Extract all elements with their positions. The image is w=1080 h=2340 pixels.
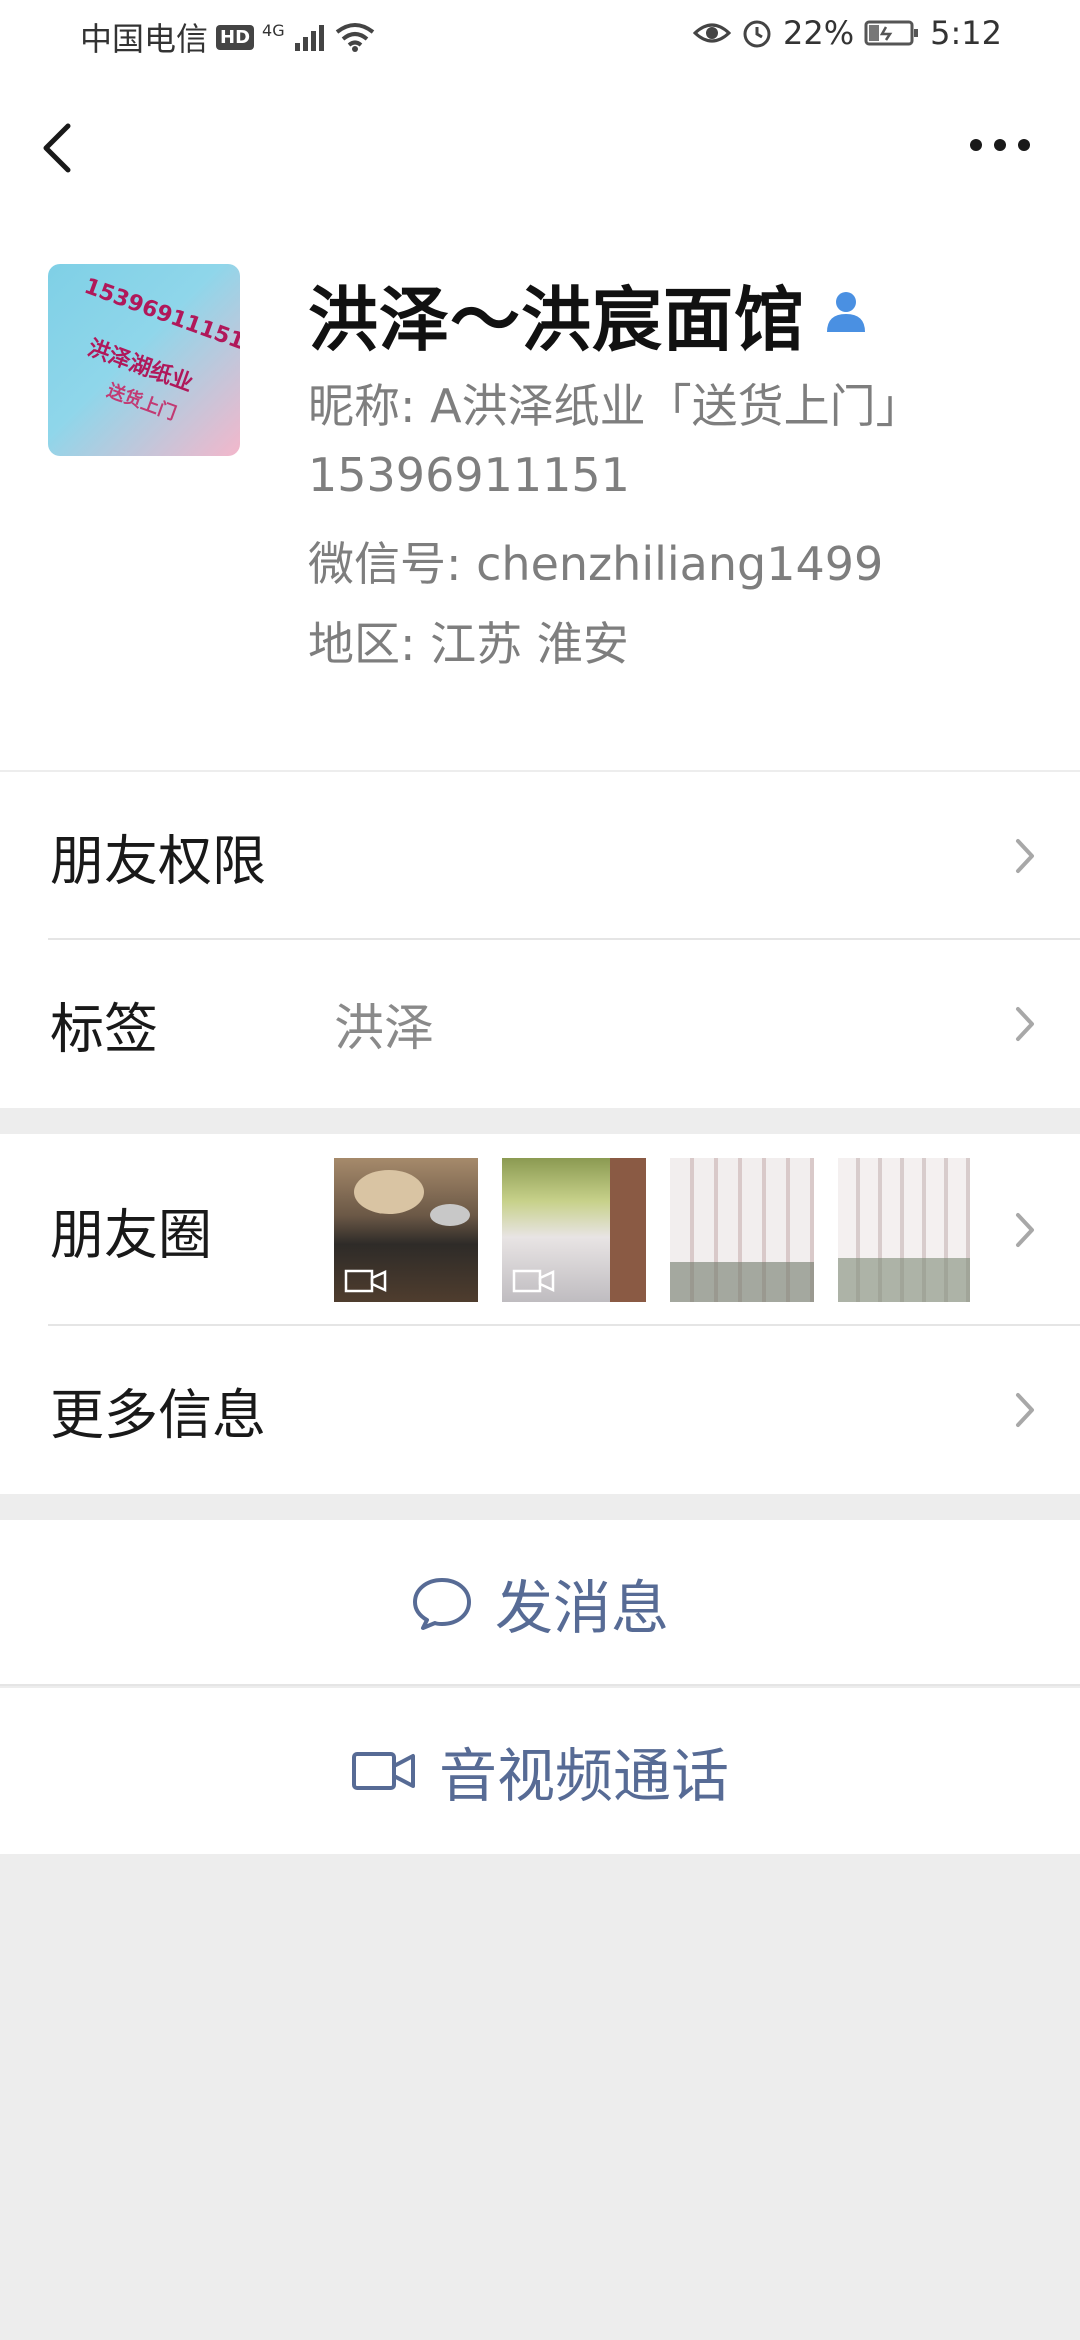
profile-card: 15396911151 洪泽湖纸业 送货上门 洪泽～洪宸面馆 昵称: A洪泽纸业… <box>0 222 1080 770</box>
clock: 5:12 <box>930 14 1002 52</box>
more-button[interactable] <box>960 120 1040 170</box>
row-permissions[interactable]: 朋友权限 <box>0 772 1080 940</box>
chevron-left-icon <box>43 123 71 173</box>
nickname: 昵称: A洪泽纸业「送货上门」 <box>308 379 922 433</box>
chevron-right-icon <box>1016 839 1034 873</box>
tags-value: 洪泽 <box>334 999 434 1057</box>
eye-icon <box>693 23 732 43</box>
thumb-detail <box>670 1262 814 1302</box>
avatar[interactable]: 15396911151 洪泽湖纸业 送货上门 <box>48 264 240 456</box>
moments-label: 朋友圈 <box>50 1203 212 1267</box>
status-bar: 中国电信 HD 4G 22% 5:12 <box>0 0 1080 72</box>
wechat-id: 微信号: chenzhiliang1499 <box>308 537 884 591</box>
thumb-detail <box>354 1170 424 1214</box>
chat-bubble-icon <box>412 1578 471 1630</box>
status-left: 中国电信 HD 4G <box>80 14 375 60</box>
moments-thumbnail[interactable] <box>838 1158 970 1302</box>
region: 地区: 江苏 淮安 <box>308 617 629 671</box>
more-info-label: 更多信息 <box>50 1383 266 1447</box>
moments-thumbnails <box>334 1158 970 1302</box>
chevron-right-icon <box>1016 1213 1034 1247</box>
phone-number[interactable]: 15396911151 <box>308 448 630 502</box>
thumb-detail <box>838 1258 970 1302</box>
contact-person-icon <box>827 291 865 332</box>
row-tags[interactable]: 标签 洪泽 <box>0 940 1080 1108</box>
divider <box>0 1684 1080 1686</box>
send-message-label: 发消息 <box>494 1574 669 1642</box>
video-icon <box>344 1269 387 1293</box>
signal-icon <box>294 25 324 51</box>
hd-badge: HD <box>216 24 255 50</box>
wifi-icon <box>335 23 374 52</box>
video-camera-icon <box>351 1752 415 1790</box>
profile-name: 洪泽～洪宸面馆 <box>308 279 805 361</box>
more-dots-icon <box>970 139 1030 151</box>
send-message-button[interactable]: 发消息 <box>0 1520 1080 1686</box>
row-moments[interactable]: 朋友圈 <box>0 1134 1080 1326</box>
back-button[interactable] <box>30 108 90 188</box>
network-label: 4G <box>262 20 285 40</box>
moments-thumbnail[interactable] <box>502 1158 646 1302</box>
top-nav <box>0 72 1080 222</box>
chevron-right-icon <box>1016 1393 1034 1427</box>
battery-percent: 22% <box>783 14 855 52</box>
battery-icon <box>864 20 919 46</box>
alarm-icon <box>743 20 771 48</box>
chevron-right-icon <box>1016 1007 1034 1041</box>
status-right: 22% 5:12 <box>693 14 1002 52</box>
thumb-detail <box>610 1158 646 1302</box>
carrier-label: 中国电信 <box>80 20 209 58</box>
moments-thumbnail[interactable] <box>334 1158 478 1302</box>
name-row: 洪泽～洪宸面馆 <box>308 264 869 365</box>
permissions-label: 朋友权限 <box>50 829 266 893</box>
tags-label: 标签 <box>50 997 158 1061</box>
video-call-button[interactable]: 音视频通话 <box>0 1688 1080 1854</box>
video-icon <box>512 1269 555 1293</box>
video-call-label: 音视频通话 <box>438 1742 729 1810</box>
row-more-info[interactable]: 更多信息 <box>0 1326 1080 1494</box>
thumb-detail <box>430 1204 470 1226</box>
moments-thumbnail[interactable] <box>670 1158 814 1302</box>
